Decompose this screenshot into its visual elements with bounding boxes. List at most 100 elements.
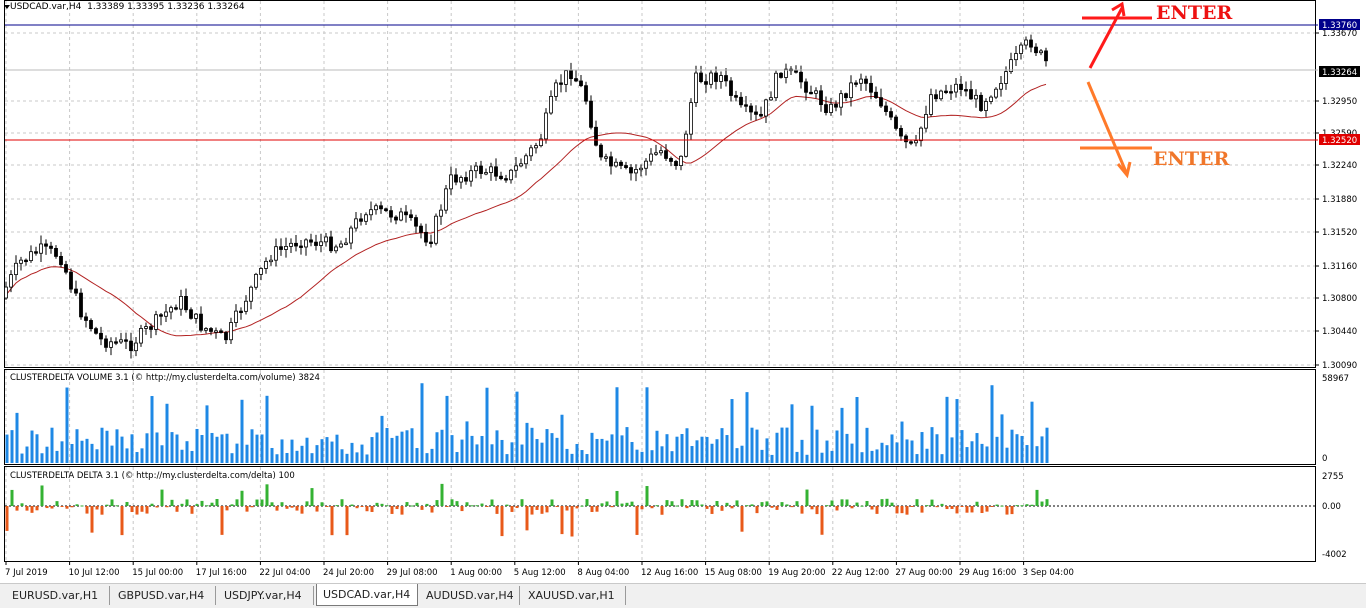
delta-bar-positive	[10, 489, 14, 506]
volume-bar	[610, 434, 614, 463]
delta-bar-positive	[890, 502, 894, 506]
candle-body	[449, 174, 453, 190]
volume-bar	[145, 433, 149, 463]
tab-gbpusd-var-h4[interactable]: GBPUSD.var,H4	[112, 586, 216, 605]
tab-usdcad-var-h4[interactable]: USDCAD.var,H4	[316, 584, 418, 606]
volume-bar	[835, 430, 839, 463]
delta-bar-positive	[715, 501, 719, 506]
candle-body	[914, 140, 918, 144]
volume-bar	[920, 432, 924, 463]
delta-bar-negative	[800, 506, 804, 514]
delta-bar-positive	[350, 504, 354, 506]
delta-bar-positive	[425, 503, 429, 506]
delta-bar-positive	[745, 505, 749, 507]
volume-bar	[340, 449, 344, 463]
delta-bar-negative	[395, 506, 399, 510]
candle-body	[994, 88, 998, 98]
tab-audusd-var-h4[interactable]: AUDUSD.var,H4	[420, 586, 520, 605]
delta-bar-negative	[420, 506, 424, 510]
tab-xauusd-var-h1[interactable]: XAUUSD.var,H1	[522, 586, 626, 605]
volume-bar	[820, 452, 824, 463]
candle-body	[484, 172, 488, 175]
volume-bar	[460, 439, 464, 463]
delta-bar-positive	[930, 499, 934, 506]
chart-ohlc: 1.33389 1.33395 1.33236 1.33264	[87, 2, 245, 12]
candle-body	[1004, 71, 1008, 84]
delta-tick-zero: 0.00	[1322, 502, 1341, 512]
delta-bar-negative	[360, 506, 364, 507]
time-tick-label: 1 Aug 00:00	[450, 568, 502, 578]
volume-bar	[470, 435, 474, 463]
candle-body	[889, 111, 893, 118]
volume-bar	[425, 453, 429, 463]
volume-bar	[370, 437, 374, 463]
volume-bar	[440, 429, 444, 463]
delta-bar-negative	[985, 506, 989, 512]
tab-usdjpy-var-h4[interactable]: USDJPY.var,H4	[218, 586, 314, 605]
volume-bar	[405, 430, 409, 463]
volume-bar	[30, 430, 34, 463]
delta-bar-positive	[20, 503, 24, 506]
delta-bar-positive	[925, 505, 929, 507]
volume-bar	[675, 436, 679, 463]
candle-body	[679, 155, 683, 166]
candle-body	[144, 326, 148, 329]
delta-bar-positive	[1040, 501, 1044, 506]
delta-bar-positive	[410, 505, 414, 507]
volume-bar	[380, 415, 384, 463]
volume-bar	[510, 442, 514, 463]
volume-bar	[800, 439, 804, 463]
delta-bar-negative	[850, 506, 854, 509]
volume-bar	[360, 444, 364, 463]
volume-bar	[875, 449, 879, 463]
candle-body	[984, 101, 988, 111]
delta-bar-negative	[345, 506, 349, 536]
delta-bar-negative	[710, 506, 714, 514]
volume-bar	[710, 443, 714, 463]
delta-bar-positive	[465, 502, 469, 506]
time-tick-label: 15 Jul 00:00	[132, 568, 183, 578]
time-tick-label: 29 Aug 16:00	[959, 568, 1016, 578]
candle-body	[164, 311, 168, 317]
volume-bar	[650, 450, 654, 463]
candle-body	[709, 72, 713, 85]
volume-bar	[50, 427, 54, 463]
delta-bar-positive	[335, 505, 339, 507]
candle-body	[849, 82, 853, 99]
candle-body	[564, 70, 568, 85]
volume-bar	[730, 399, 734, 463]
candle-body	[764, 99, 768, 117]
delta-tick-min: -4002	[1322, 550, 1347, 560]
delta-bar-positive	[310, 488, 314, 506]
candle-body	[779, 72, 783, 78]
candle-body	[634, 169, 638, 174]
delta-bar-negative	[775, 506, 779, 510]
candle-body	[1014, 53, 1018, 61]
delta-bar-positive	[780, 502, 784, 506]
delta-bar-negative	[95, 506, 99, 510]
volume-bar	[530, 427, 534, 463]
candle-body	[754, 111, 758, 115]
candle-body	[739, 96, 743, 106]
volume-bar	[915, 454, 919, 463]
candle-body	[989, 96, 993, 102]
time-tick-label: 5 Aug 12:00	[514, 568, 566, 578]
delta-bar-negative	[50, 506, 54, 509]
volume-bar	[65, 387, 69, 463]
volume-bar	[805, 454, 809, 463]
candle-body	[34, 251, 38, 254]
delta-bar-positive	[75, 504, 79, 506]
delta-bar-positive	[620, 503, 624, 506]
candle-body	[704, 81, 708, 85]
candle-body	[514, 165, 518, 171]
candle-body	[884, 105, 888, 112]
volume-bar	[550, 433, 554, 463]
volume-bar	[535, 439, 539, 463]
delta-bar-negative	[35, 506, 39, 511]
delta-bar-negative	[875, 506, 879, 514]
candle-body	[14, 262, 18, 276]
delta-bar-negative	[545, 506, 549, 513]
candle-body	[814, 90, 818, 94]
candle-body	[839, 93, 843, 108]
tab-eurusd-var-h1[interactable]: EURUSD.var,H1	[6, 586, 110, 605]
